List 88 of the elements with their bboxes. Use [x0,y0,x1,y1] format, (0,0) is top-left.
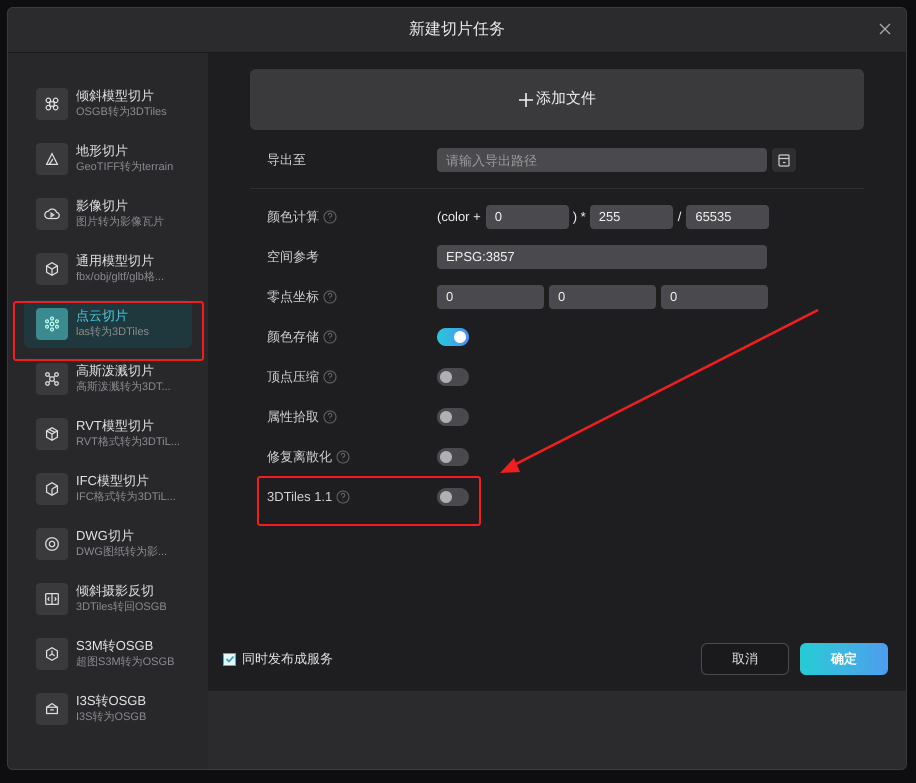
item-title: 点云切片 [76,308,129,324]
window-title: 新建切片任务 [409,20,505,40]
sidebar-item[interactable]: I3S转OSGB I3S转为OSGB [24,685,192,733]
sidebar-item[interactable]: DWG切片 DWG图纸转为影... [24,520,192,568]
item-subtitle: fbx/obj/gltf/glb格... [76,271,164,285]
sidebar-item[interactable]: S3M转OSGB 超图S3M转为OSGB [24,630,192,678]
sidebar-item[interactable]: 点云切片 las转为3DTiles [24,300,192,348]
item-subtitle: 超图S3M转为OSGB [76,656,174,670]
field-label: 空间参考 [267,248,319,266]
input-field[interactable]: 0 [486,205,569,229]
item-icon [43,645,61,663]
help-icon[interactable] [336,450,350,464]
item-title: RVT模型切片 [76,418,155,434]
formula-text: (color + [437,208,481,226]
help-icon[interactable] [323,330,337,344]
cancel-button[interactable]: 取消 [701,643,789,675]
toggle-switch[interactable] [437,408,469,426]
item-title: I3S转OSGB [76,693,146,710]
toggle-switch[interactable] [437,328,469,346]
item-subtitle: OSGB转为3DTiles [76,106,167,120]
browse-button[interactable] [772,148,796,172]
input-field[interactable]: 0 [437,285,544,309]
item-title: DWG切片 [76,528,135,544]
field-label: 导出至 [267,151,307,170]
item-title: S3M转OSGB [76,638,154,654]
close-icon [879,23,891,35]
sidebar-item[interactable]: 地形切片 GeoTIFF转为terrain [24,135,192,183]
toggle-switch[interactable] [437,488,469,506]
formula-text: / [678,208,682,226]
item-subtitle: las转为3DTiles [76,326,149,340]
item-title: 通用模型切片 [76,253,155,270]
close-button[interactable] [878,22,892,36]
item-subtitle: 3DTiles转回OSGB [76,601,167,615]
item-subtitle: IFC格式转为3DTiL... [76,491,176,505]
input-field[interactable]: 255 [590,205,673,229]
sidebar-item[interactable]: IFC模型切片 IFC格式转为3DTiL... [24,465,192,513]
item-title: 地形切片 [76,143,129,160]
item-subtitle: I3S转为OSGB [76,711,146,725]
checkbox[interactable] [223,652,236,666]
input-field[interactable]: 0 [549,285,656,309]
input-field[interactable]: 0 [661,285,768,309]
help-icon[interactable] [323,410,337,424]
item-subtitle: DWG图纸转为影... [76,546,168,560]
help-icon[interactable] [323,210,337,224]
item-icon [43,425,61,443]
toggle-switch[interactable] [437,368,469,386]
item-subtitle: 高斯泼溅转为3DT... [76,381,171,395]
help-icon[interactable] [336,490,350,504]
item-icon [43,150,61,168]
item-title: IFC模型切片 [76,473,150,490]
sidebar-item[interactable]: 高斯泼溅切片 高斯泼溅转为3DT... [24,355,192,403]
item-subtitle: GeoTIFF转为terrain [76,161,174,175]
sidebar-item[interactable]: 影像切片 图片转为影像瓦片 [24,190,192,238]
item-icon [43,370,61,388]
item-icon [43,315,61,333]
field-label: 3DTiles 1.1 [267,488,332,506]
help-icon[interactable] [323,290,337,304]
item-subtitle: 图片转为影像瓦片 [76,216,164,230]
item-icon [43,480,61,498]
item-subtitle: RVT格式转为3DTiL... [76,436,180,450]
checkbox-label: 同时发布成服务 [242,650,333,668]
field-label: 属性拾取 [267,408,319,426]
export-path-field[interactable]: 请输入导出路径 [437,148,767,172]
formula-text: ) * [572,208,586,226]
toggle-switch[interactable] [437,448,469,466]
item-title: 倾斜模型切片 [76,88,155,104]
item-title: 高斯泼溅切片 [76,363,155,380]
item-title: 倾斜摄影反切 [76,583,155,600]
sidebar-item[interactable]: 通用模型切片 fbx/obj/gltf/glb格... [24,245,192,293]
field-label: 修复离散化 [267,448,332,466]
plus-icon [518,92,534,108]
item-icon [43,590,61,608]
sidebar-item[interactable]: 倾斜摄影反切 3DTiles转回OSGB [24,575,192,623]
sidebar-item[interactable]: RVT模型切片 RVT格式转为3DTiL... [24,410,192,458]
item-icon [43,535,61,553]
item-icon [43,260,61,278]
field-label: 颜色存储 [267,328,319,346]
field-label: 零点坐标 [267,288,319,306]
input-field[interactable]: EPSG:3857 [437,245,767,269]
help-icon[interactable] [323,370,337,384]
file-icon [778,154,790,166]
item-icon [43,95,61,113]
field-label: 顶点压缩 [267,368,319,386]
add-file-button[interactable]: 添加文件 [250,69,864,130]
input-field[interactable]: 65535 [686,205,770,229]
sidebar-item[interactable]: 倾斜模型切片 OSGB转为3DTiles [24,80,192,128]
item-title: 影像切片 [76,198,129,214]
field-label: 颜色计算 [267,208,319,226]
